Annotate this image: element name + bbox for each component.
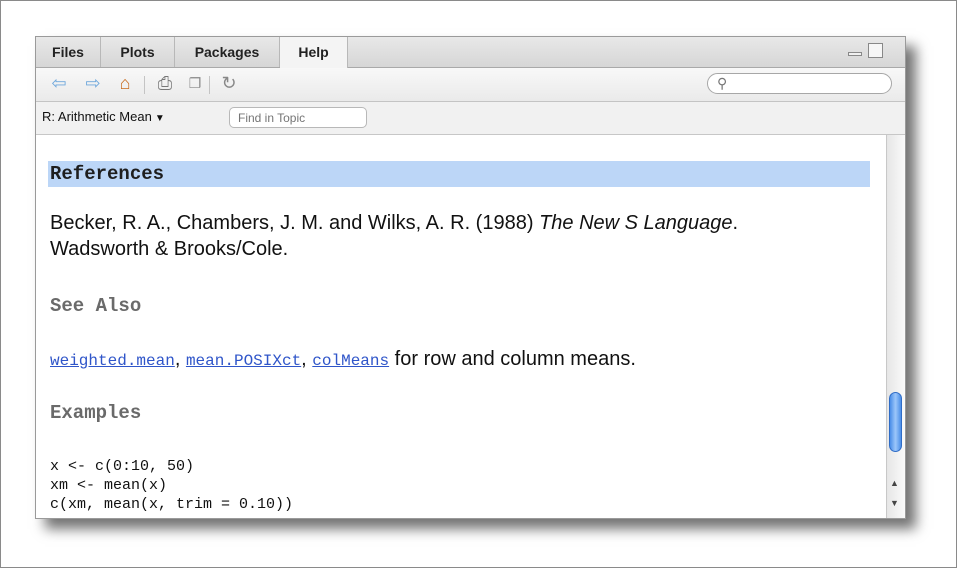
- topic-bar: R: Arithmetic Mean ▼: [36, 102, 905, 135]
- print-icon[interactable]: ⎙: [154, 72, 176, 94]
- link-separator: ,: [301, 348, 313, 370]
- topic-dropdown-label: R: Arithmetic Mean: [42, 109, 152, 124]
- tab-help[interactable]: Help: [280, 37, 348, 68]
- reference-title: The New S Language: [539, 212, 733, 234]
- link-separator: ,: [174, 348, 186, 370]
- toolbar-divider: [209, 76, 210, 94]
- tab-packages[interactable]: Packages: [175, 37, 280, 67]
- reference-text: Becker, R. A., Chambers, J. M. and Wilks…: [50, 210, 840, 262]
- references-highlight: [48, 161, 870, 187]
- example-code: x <- c(0:10, 50) xm <- mean(x) c(xm, mea…: [50, 457, 293, 514]
- tab-files[interactable]: Files: [36, 37, 101, 67]
- help-pane: Files Plots Packages Help ⇦ ⇨ ⌂ ⎙ ❐ ↻ ⚲ …: [35, 36, 906, 519]
- minimize-pane-icon[interactable]: [848, 44, 862, 56]
- help-search-input[interactable]: ⚲: [707, 73, 892, 94]
- search-icon: ⚲: [717, 75, 728, 91]
- toolbar-divider: [144, 76, 145, 94]
- code-line: xm <- mean(x): [50, 477, 168, 494]
- forward-arrow-icon[interactable]: ⇨: [82, 72, 104, 94]
- scroll-down-arrow-icon[interactable]: ▼: [890, 498, 899, 508]
- vertical-scrollbar[interactable]: ▲ ▼: [886, 135, 905, 518]
- references-heading: References: [50, 163, 165, 185]
- links-suffix: for row and column means.: [389, 348, 636, 370]
- find-in-topic-input[interactable]: [229, 107, 367, 128]
- link-weighted-mean[interactable]: weighted.mean: [50, 352, 175, 370]
- tab-plots[interactable]: Plots: [101, 37, 175, 67]
- chevron-down-icon: ▼: [154, 113, 165, 124]
- maximize-pane-icon[interactable]: [868, 43, 883, 58]
- link-mean-posixct[interactable]: mean.POSIXct: [186, 352, 301, 370]
- home-icon[interactable]: ⌂: [114, 72, 136, 94]
- back-arrow-icon[interactable]: ⇦: [48, 72, 70, 94]
- help-toolbar: ⇦ ⇨ ⌂ ⎙ ❐ ↻ ⚲: [36, 68, 905, 102]
- see-also-heading: See Also: [50, 295, 142, 317]
- see-also-links: weighted.mean, mean.POSIXct, colMeans fo…: [50, 348, 636, 371]
- help-content: References Becker, R. A., Chambers, J. M…: [36, 135, 886, 518]
- examples-heading: Examples: [50, 402, 142, 424]
- scroll-up-arrow-icon[interactable]: ▲: [890, 478, 899, 488]
- link-colmeans[interactable]: colMeans: [312, 352, 389, 370]
- refresh-icon[interactable]: ↻: [218, 72, 240, 94]
- reference-authors: Becker, R. A., Chambers, J. M. and Wilks…: [50, 212, 540, 234]
- tab-bar: Files Plots Packages Help: [36, 37, 905, 68]
- code-line: x <- c(0:10, 50): [50, 458, 195, 475]
- screenshot-frame: Files Plots Packages Help ⇦ ⇨ ⌂ ⎙ ❐ ↻ ⚲ …: [0, 0, 957, 568]
- code-line: c(xm, mean(x, trim = 0.10)): [50, 496, 294, 513]
- scrollbar-thumb[interactable]: [889, 392, 902, 452]
- topic-dropdown[interactable]: R: Arithmetic Mean ▼: [42, 109, 165, 124]
- popout-icon[interactable]: ❐: [184, 72, 206, 94]
